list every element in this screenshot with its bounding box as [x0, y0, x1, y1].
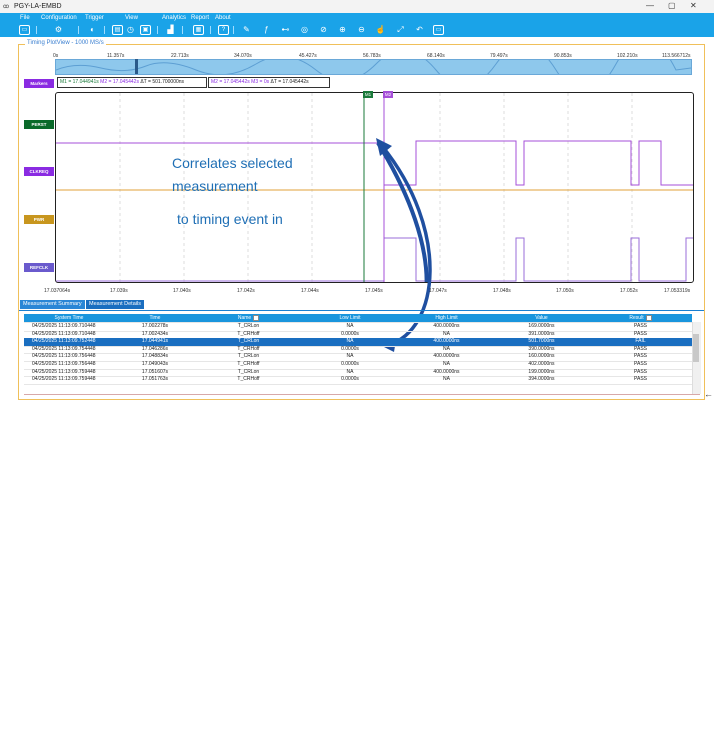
filter-checkbox[interactable] — [253, 314, 260, 321]
cell-high-limit: NA — [443, 376, 450, 383]
cell-high-limit: 400.0000ns — [433, 353, 460, 360]
table-scrollbar-thumb[interactable] — [693, 334, 699, 362]
cell-result: PASS — [634, 345, 647, 352]
column-header-system-time[interactable]: System Time — [24, 314, 114, 322]
time-axis-tick: 17.044s — [301, 288, 319, 294]
cell-value: 160.0000ns — [528, 353, 555, 360]
table-header: System Time Time Name Low Limit High Lim… — [24, 314, 692, 323]
cell-low-limit: NA — [346, 353, 354, 360]
cell-system-time: 04/25/2025 11:13:09.759448 — [32, 368, 96, 375]
cell-result: PASS — [634, 368, 647, 375]
cell-low-limit: NA — [346, 338, 354, 345]
cell-high-limit: 400.0000ns — [433, 323, 460, 329]
column-header-name[interactable]: Name — [196, 314, 301, 322]
cell-system-time: 04/25/2025 11:13:09.710448 — [32, 330, 96, 337]
time-axis-tick: 17.052s — [620, 288, 638, 294]
annotation-text: measurement — [172, 178, 258, 194]
cell-low-limit: 0.0000s — [341, 361, 359, 367]
cell-system-time: 04/25/2025 11:13:09.759448 — [32, 376, 96, 383]
cell-system-time: 04/25/2025 11:13:09.756448 — [32, 353, 96, 360]
cell-value: 390.0000ns — [528, 345, 555, 352]
cell-high-limit: NA — [443, 361, 450, 367]
time-axis-tick: 17.040s — [173, 288, 191, 294]
time-axis-tick: 17.048s — [493, 288, 511, 294]
cell-result: PASS — [634, 330, 647, 337]
cell-name: T_CRLon — [237, 353, 260, 360]
cell-value: 391.0000ns — [528, 330, 555, 337]
time-axis-tick: 17.045s — [365, 288, 383, 294]
table-row[interactable]: 04/25/2025 11:13:09.759448 17.051763s T_CR… — [24, 376, 692, 385]
cell-result: FAIL — [635, 338, 646, 345]
time-axis-tick: 17.037064s — [44, 288, 71, 294]
tab-measurement-summary[interactable]: Measurement Summary — [20, 300, 85, 309]
cell-time: 17.048834s — [141, 353, 169, 360]
time-axis-tick: 17.042s — [237, 288, 255, 294]
column-header-value[interactable]: Value — [494, 314, 589, 322]
cell-system-time: 04/25/2025 11:13:09.754448 — [32, 345, 96, 352]
cell-name: T_CRHoff — [237, 376, 260, 383]
column-header-time[interactable]: Time — [114, 314, 196, 322]
cell-time: 17.046286s — [141, 345, 169, 352]
cell-low-limit: NA — [346, 323, 354, 329]
cell-value: 169.0000ns — [528, 323, 555, 329]
cell-time: 17.002434s — [141, 330, 169, 337]
cell-time: 17.002278s — [141, 323, 169, 329]
time-axis-tick: 17.047s — [429, 288, 447, 294]
time-axis-tick: 17.053319s — [664, 288, 691, 294]
cell-low-limit: 0.0000s — [341, 345, 359, 352]
cell-result: PASS — [634, 323, 647, 329]
column-header-result-label: Result — [629, 315, 644, 321]
cell-value: 394.0000ns — [528, 376, 555, 383]
cell-name: T_CRLon — [237, 323, 260, 329]
cell-result: PASS — [634, 353, 647, 360]
column-header-name-label: Name — [237, 315, 252, 321]
cell-name: T_CRLon — [237, 338, 260, 345]
cell-high-limit: NA — [443, 345, 450, 352]
cell-low-limit: NA — [346, 368, 354, 375]
cell-high-limit: NA — [443, 330, 450, 337]
annotation-text: to timing event in — [177, 211, 283, 227]
cell-name: T_CRLon — [237, 368, 260, 375]
filter-checkbox[interactable] — [645, 314, 652, 321]
cell-name: T_CRHoff — [237, 361, 260, 367]
cell-high-limit: 400.0000ns — [433, 368, 460, 375]
cell-value: 199.0000ns — [528, 368, 555, 375]
tab-measurement-details[interactable]: Measurement Details — [86, 300, 144, 309]
cell-name: T_CRHoff — [237, 345, 260, 352]
back-arrow-icon[interactable]: ← — [704, 389, 713, 399]
cell-time: 17.051607s — [141, 368, 169, 375]
annotation-text: Correlates selected — [172, 155, 293, 171]
time-axis-tick: 17.050s — [556, 288, 574, 294]
time-axis-tick: 17.039s — [110, 288, 128, 294]
cell-system-time: 04/25/2025 11:13:09.710448 — [32, 323, 96, 329]
column-header-result[interactable]: Result — [589, 314, 692, 322]
cell-system-time: 04/25/2025 11:13:09.752448 — [32, 338, 96, 345]
cell-system-time: 04/25/2025 11:13:09.756448 — [32, 361, 96, 367]
cell-low-limit: 0.0000s — [341, 376, 359, 383]
column-header-low-limit[interactable]: Low Limit — [301, 314, 399, 322]
cell-time: 17.051763s — [141, 376, 169, 383]
cell-result: PASS — [634, 361, 647, 367]
cell-time: 17.044941s — [141, 338, 169, 345]
cell-result: PASS — [634, 376, 647, 383]
cell-high-limit: 400.0000ns — [433, 338, 460, 345]
cell-value: 402.0000ns — [528, 361, 555, 367]
table-bottom-border — [24, 394, 700, 395]
cell-low-limit: 0.0000s — [341, 330, 359, 337]
column-header-high-limit[interactable]: High Limit — [399, 314, 494, 322]
cell-name: T_CRHoff — [237, 330, 260, 337]
cell-time: 17.049043s — [141, 361, 169, 367]
cell-value: 501.7000ns — [528, 338, 555, 345]
